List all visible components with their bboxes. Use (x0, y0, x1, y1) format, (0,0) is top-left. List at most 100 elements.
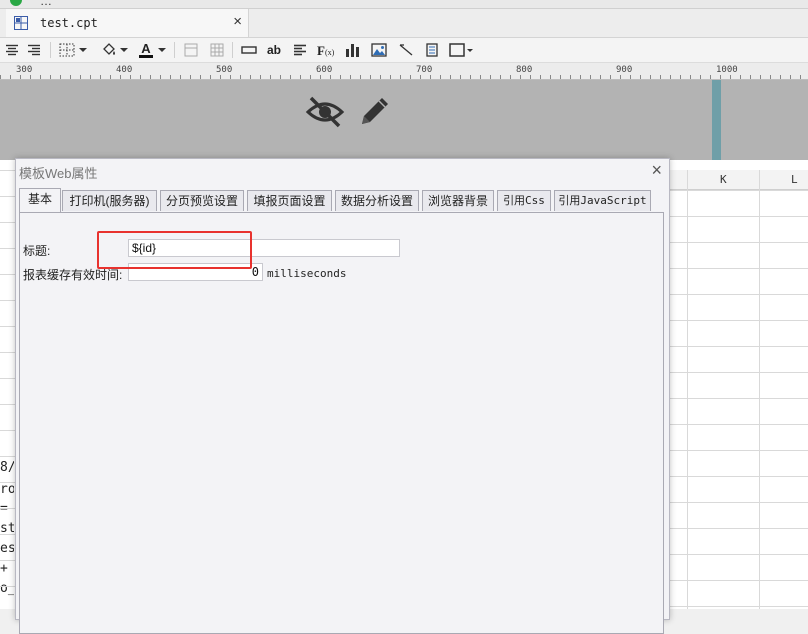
ruler-tick (180, 75, 181, 79)
app-status-icon (10, 0, 22, 6)
sub-report-button[interactable] (422, 41, 442, 59)
slash-line-button[interactable] (396, 41, 416, 59)
ruler-tick (780, 75, 781, 79)
column-header-k[interactable]: K (720, 173, 727, 186)
ruler-tick (250, 75, 251, 79)
ruler-tick (560, 75, 561, 79)
toolbar-divider (174, 42, 175, 58)
grid-line (0, 482, 15, 483)
ruler-tick (520, 75, 521, 79)
frame-icon (449, 43, 465, 57)
ruler-tick (290, 75, 291, 79)
tab-fill-page-settings[interactable]: 填报页面设置 (247, 190, 332, 211)
diagonal-line-icon (399, 44, 413, 56)
ruler-tick (340, 75, 341, 79)
cell-text-fragment: ro (0, 482, 14, 497)
tab-reference-css[interactable]: 引用Css (497, 190, 551, 211)
font-color-button[interactable]: A (136, 41, 168, 59)
grid-line (0, 534, 15, 535)
grid-line (668, 606, 808, 607)
ruler-tick (600, 75, 601, 79)
pencil-icon[interactable] (356, 94, 396, 130)
insert-image-button[interactable] (369, 41, 389, 59)
text-label-button[interactable]: ab (264, 41, 284, 59)
ruler-label: 700 (416, 65, 433, 75)
ruler-tick (160, 75, 161, 79)
tab-reference-javascript[interactable]: 引用JavaScript (554, 190, 651, 211)
dialog-title: 模板Web属性 (19, 166, 98, 181)
tab-basic[interactable]: 基本 (19, 188, 61, 212)
cell-text-fragment: o_s (0, 581, 14, 596)
align-right-button[interactable] (25, 41, 43, 59)
formula-button[interactable]: F (x) (316, 41, 336, 59)
text-field-button[interactable] (240, 41, 258, 59)
grid-line (0, 300, 15, 301)
ruler-tick (590, 75, 591, 79)
chevron-down-icon (79, 48, 87, 52)
column-header-l[interactable]: L (791, 173, 798, 186)
toolbar-divider (50, 42, 51, 58)
ruler-tick (240, 75, 241, 79)
grid-line (668, 242, 808, 243)
ruler-tick (210, 75, 211, 79)
split-cells-button[interactable] (208, 41, 226, 59)
ruler-label: 800 (516, 65, 533, 75)
horizontal-ruler: 300 400 500 600 700 800 900 1000 (0, 63, 808, 80)
close-icon[interactable]: × (233, 13, 242, 30)
ruler-tick (500, 75, 501, 79)
align-center-button[interactable] (3, 41, 21, 59)
ruler-tick (300, 75, 301, 79)
ruler-tick (280, 75, 281, 79)
tab-data-analysis-settings[interactable]: 数据分析设置 (335, 190, 419, 211)
grid-line (668, 528, 808, 529)
ruler-label: 600 (316, 65, 333, 75)
ruler-label: 1000 (716, 65, 738, 75)
fill-color-button[interactable] (98, 41, 130, 59)
grid-line (668, 190, 808, 191)
ruler-tick (50, 75, 51, 79)
grid-line (0, 560, 15, 561)
insert-chart-button[interactable] (343, 41, 363, 59)
paragraph-button[interactable] (290, 41, 310, 59)
ruler-tick (760, 75, 761, 79)
grid-line (668, 502, 808, 503)
grid-line (668, 450, 808, 451)
ruler-tick (510, 75, 511, 79)
grid-line (668, 476, 808, 477)
sub-report-icon (426, 43, 438, 57)
report-file-icon (14, 16, 28, 30)
tab-printer-server[interactable]: 打印机(服务器) (62, 190, 157, 211)
tab-browser-background[interactable]: 浏览器背景 (422, 190, 494, 211)
more-elements-button[interactable] (448, 41, 474, 59)
ruler-tick (410, 75, 411, 79)
tab-page-preview-settings[interactable]: 分页预览设置 (160, 190, 244, 211)
close-icon[interactable]: × (651, 160, 662, 181)
ruler-tick (120, 75, 121, 79)
highlight-annotation (97, 231, 252, 269)
ruler-tick (390, 75, 391, 79)
merge-cells-icon (184, 43, 198, 57)
svg-text:(x): (x) (325, 48, 335, 57)
eye-slash-icon[interactable] (305, 94, 345, 130)
ruler-tick (10, 75, 11, 79)
chevron-down-icon (119, 48, 128, 52)
paint-bucket-icon (102, 43, 115, 55)
ruler-tick (770, 75, 771, 79)
template-web-properties-dialog: 模板Web属性 × 基本 打印机(服务器) 分页预览设置 填报页面设置 数据分析… (15, 158, 670, 634)
cache-time-unit: milliseconds (267, 267, 347, 280)
grid-line (0, 248, 15, 249)
svg-text:F: F (317, 43, 325, 57)
column-marker (712, 80, 721, 160)
border-dropdown-button[interactable] (56, 41, 90, 59)
grid-line (668, 346, 808, 347)
ruler-tick (320, 75, 321, 79)
ruler-tick (630, 75, 631, 79)
file-tab[interactable]: test.cpt × (6, 9, 249, 37)
merge-cells-button[interactable] (182, 41, 200, 59)
toolbar-divider (232, 42, 233, 58)
border-grid-icon (59, 43, 75, 57)
ruler-tick (70, 75, 71, 79)
svg-text:A: A (141, 42, 151, 56)
svg-text:ab: ab (267, 43, 281, 57)
ruler-tick (450, 75, 451, 79)
